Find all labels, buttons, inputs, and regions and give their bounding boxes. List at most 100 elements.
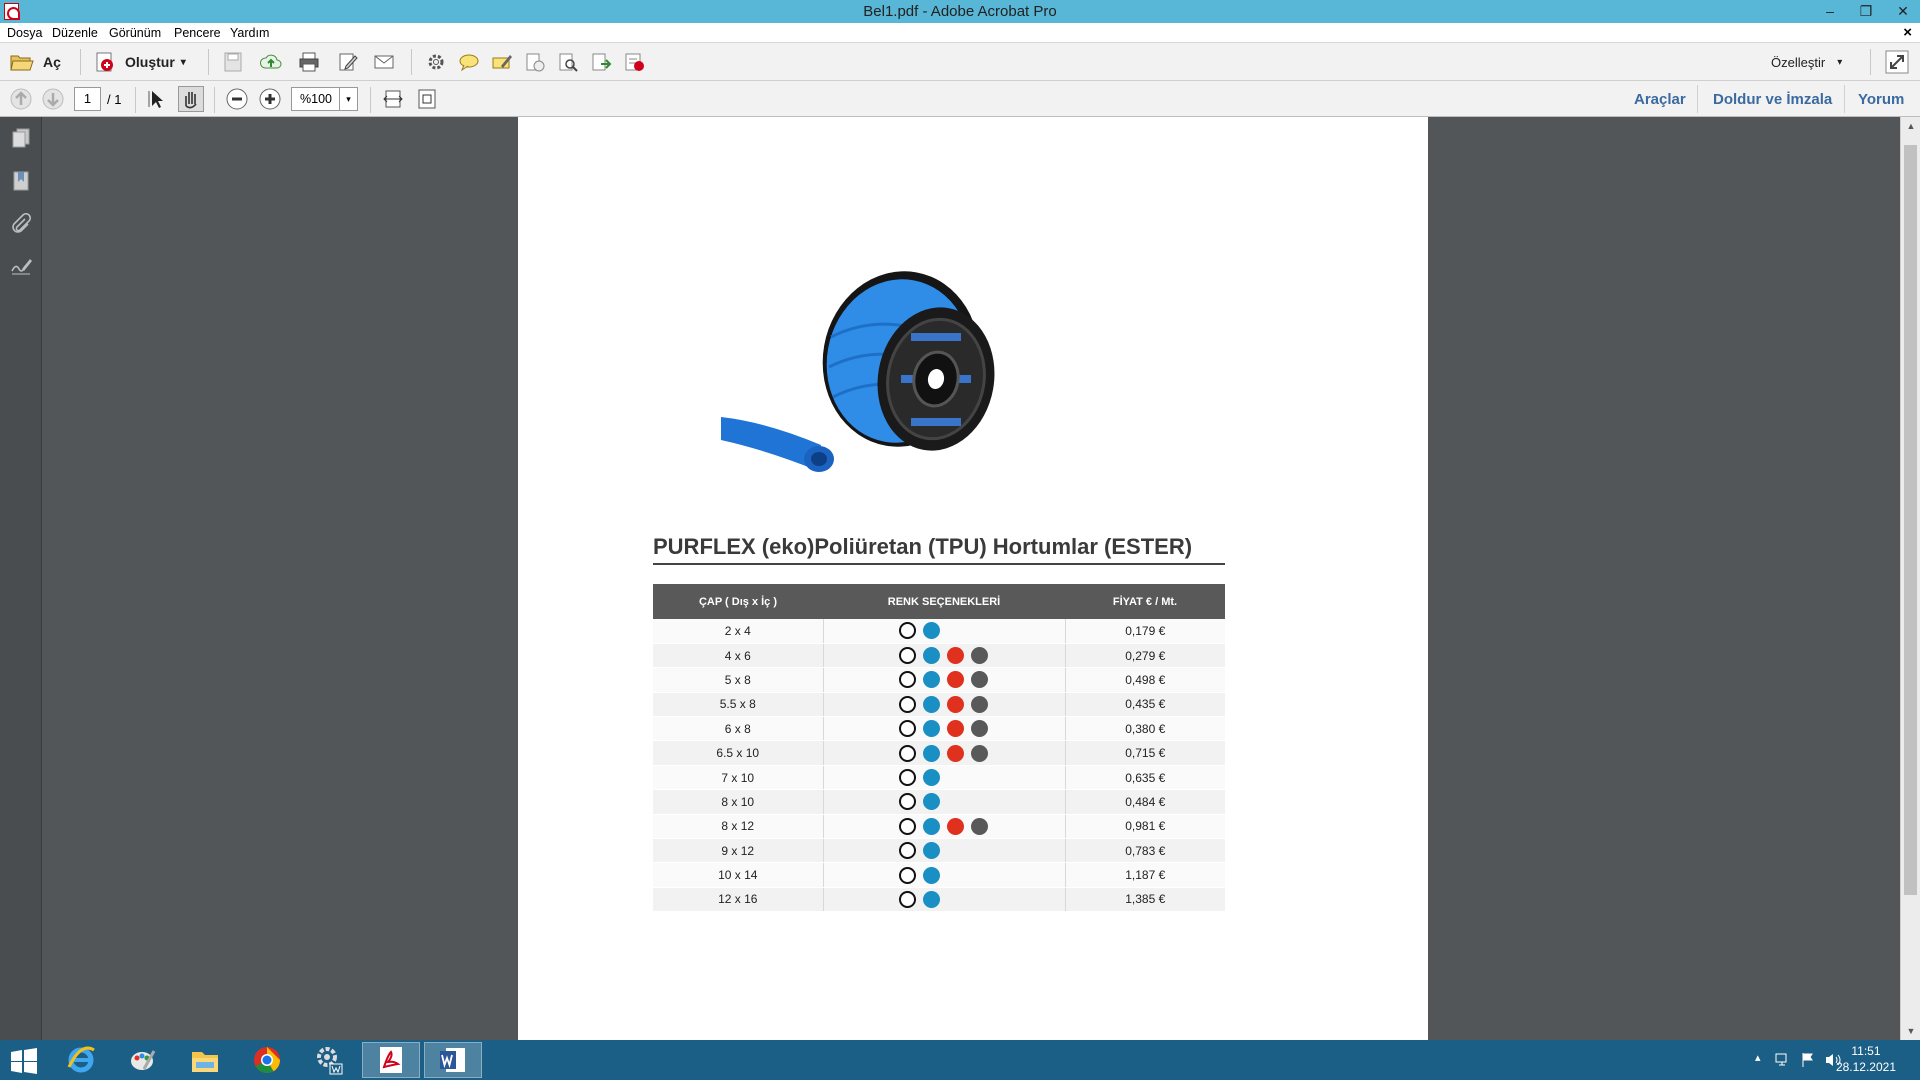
taskbar-paint[interactable] [114,1042,172,1078]
color-swatch-red [946,744,964,762]
scroll-down-arrow[interactable]: ▼ [1901,1026,1920,1036]
color-swatch-white [898,890,916,908]
price-cell: 0,981 € [1065,814,1225,840]
table-row: 5.5 x 8 0,435 € [653,692,1225,718]
price-table: ÇAP ( Dış x İç ) RENK SEÇENEKLERİ FİYAT … [653,584,1225,913]
toolbar-separator [214,87,215,113]
previous-page-icon[interactable] [10,88,32,110]
color-swatch-white [898,671,916,689]
taskbar-file-explorer[interactable] [176,1042,234,1078]
email-icon[interactable] [373,52,395,72]
color-swatch-gray [970,647,988,665]
select-cursor-icon[interactable] [146,88,168,110]
diameter-cell: 5 x 8 [653,667,823,693]
table-row: 12 x 16 1,385 € [653,887,1225,913]
gear-icon[interactable] [425,52,447,72]
tools-panel-link[interactable]: Araçlar [1634,91,1686,108]
color-swatch-white [898,769,916,787]
menu-help[interactable]: Yardım [230,26,269,40]
price-cell: 1,187 € [1065,862,1225,888]
toolbar-separator [80,49,81,75]
print-icon[interactable] [298,52,320,72]
fit-page-icon[interactable] [416,88,438,110]
taskbar-acrobat[interactable] [362,1042,420,1078]
restore-button[interactable]: ❐ [1851,1,1881,21]
price-cell: 0,435 € [1065,692,1225,718]
diameter-cell: 9 x 12 [653,838,823,864]
save-icon[interactable] [222,52,244,72]
cloud-upload-icon[interactable] [260,52,282,72]
start-icon[interactable] [10,1048,38,1074]
fit-width-icon[interactable] [382,88,404,110]
vertical-scrollbar[interactable]: ▲ ▼ [1900,117,1920,1040]
taskbar-internet-explorer[interactable] [52,1042,110,1078]
taskbar-word[interactable] [424,1042,482,1078]
page-number-input[interactable]: 1 [74,87,101,111]
form-icon[interactable] [623,52,645,72]
export-icon[interactable] [590,52,612,72]
color-swatch-red [946,647,964,665]
scrollbar-thumb[interactable] [1904,145,1917,895]
document-title: PURFLEX (eko)Poliüretan (TPU) Hortumlar … [653,534,1193,559]
diameter-cell: 6.5 x 10 [653,740,823,766]
color-swatch-blue [922,647,940,665]
close-button[interactable]: ✕ [1888,1,1918,21]
color-swatch-blue [922,622,940,640]
minimize-button[interactable]: – [1815,1,1845,21]
menu-view[interactable]: Görünüm [109,26,161,40]
color-swatch-white [898,695,916,713]
diameter-cell: 7 x 10 [653,765,823,791]
comment-icon[interactable] [458,52,480,72]
taskbar-settings-app[interactable] [300,1042,358,1078]
open-button[interactable]: Aç [10,49,61,75]
menu-file[interactable]: Dosya [7,26,42,40]
color-swatch-gray [970,720,988,738]
page-total: / 1 [107,92,122,107]
word-icon [440,1048,465,1072]
zoom-in-icon[interactable] [259,88,281,110]
main-toolbar: Aç Oluştur ▾ Özelleştir ▾ [0,43,1920,81]
customize-button[interactable]: Özelleştir ▾ [1771,49,1842,75]
zoom-dropdown-icon[interactable]: ▾ [339,88,357,110]
navigation-toolbar: 1 / 1 %100 ▾ Araçlar Doldur ve İmzala Yo… [0,81,1920,117]
color-options-cell [822,643,1066,669]
document-close-button[interactable]: × [1903,24,1912,41]
zoom-out-icon[interactable] [226,88,248,110]
attachments-icon[interactable] [10,213,32,235]
tray-overflow-icon[interactable]: ▴ [1755,1051,1761,1064]
comment-panel-link[interactable]: Yorum [1858,91,1904,108]
color-swatch-gray [970,817,988,835]
table-row: 4 x 6 0,279 € [653,643,1225,669]
color-options-cell [822,667,1066,693]
color-swatch-blue [922,866,940,884]
settings-app-icon [317,1047,343,1075]
table-row: 8 x 10 0,484 € [653,789,1225,815]
color-swatch-blue [922,817,940,835]
scroll-up-arrow[interactable]: ▲ [1901,121,1920,131]
hand-tool-icon[interactable] [178,86,204,112]
bookmarks-icon[interactable] [10,170,32,192]
next-page-icon[interactable] [42,88,64,110]
action-center-flag-icon[interactable] [1800,1052,1816,1068]
menu-edit[interactable]: Düzenle [52,26,98,40]
document-compare-icon[interactable] [524,52,546,72]
color-swatch-white [898,720,916,738]
zoom-level-input[interactable]: %100 ▾ [291,87,358,111]
fill-sign-panel-link[interactable]: Doldur ve İmzala [1713,91,1832,108]
price-cell: 0,179 € [1065,619,1225,644]
diameter-cell: 8 x 10 [653,789,823,815]
menu-window[interactable]: Pencere [174,26,221,40]
expand-icon[interactable] [1885,50,1909,74]
table-row: 6 x 8 0,380 € [653,716,1225,742]
price-cell: 0,498 € [1065,667,1225,693]
signatures-icon[interactable] [10,255,32,277]
create-dropdown-icon[interactable]: ▾ [181,57,186,68]
highlight-icon[interactable] [491,52,513,72]
page-thumbnails-icon[interactable] [10,127,32,149]
edit-document-icon[interactable] [337,52,359,72]
document-search-icon[interactable] [557,52,579,72]
create-button[interactable]: Oluştur ▾ [94,49,186,75]
network-icon[interactable] [1775,1052,1791,1068]
taskbar-chrome[interactable] [238,1042,296,1078]
system-clock[interactable]: 11:51 28.12.2021 [1836,1043,1896,1075]
